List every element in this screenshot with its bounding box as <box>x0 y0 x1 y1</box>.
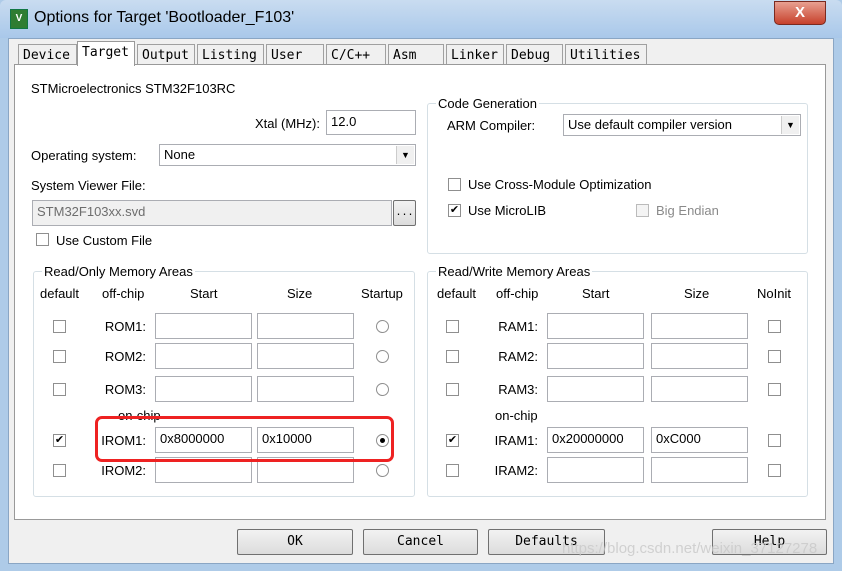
watermark: https://blog.csdn.net/weixin_37127278 <box>562 540 818 557</box>
ro_memory-startup-radio[interactable] <box>376 464 389 477</box>
ro_memory-header-offchip: off-chip <box>102 286 145 301</box>
rw_memory-default-checkbox[interactable] <box>446 383 459 396</box>
ro_memory-size-input[interactable] <box>257 376 354 402</box>
ro_memory-default-checkbox[interactable]: ✔ <box>53 434 66 447</box>
microlib-label: Use MicroLIB <box>468 203 547 218</box>
rw_memory-default-checkbox[interactable]: ✔ <box>446 434 459 447</box>
tab-listing[interactable]: Listing <box>197 44 264 65</box>
ro_memory-default-checkbox[interactable] <box>53 320 66 333</box>
ro_memory-startup-radio[interactable] <box>376 383 389 396</box>
ok-button[interactable]: OK <box>237 529 353 555</box>
irom1-highlight-box <box>95 416 394 462</box>
ro-memory-title: Read/Only Memory Areas <box>42 264 195 279</box>
ro_memory-size-input[interactable] <box>257 343 354 369</box>
cross-module-checkbox[interactable] <box>448 178 461 191</box>
rw_memory-size-input[interactable] <box>651 457 748 483</box>
browse-button[interactable]: ... <box>393 200 416 226</box>
custom-file-checkbox[interactable] <box>36 233 49 246</box>
rw_memory-onchip-label: on-chip <box>495 408 538 423</box>
rw_memory-header-last: NoInit <box>757 286 791 301</box>
rw_memory-default-checkbox[interactable] <box>446 350 459 363</box>
tab-cc[interactable]: C/C++ <box>326 44 386 65</box>
close-button[interactable]: X <box>774 1 826 25</box>
rw_memory-size-input[interactable] <box>651 376 748 402</box>
ro_memory-startup-radio[interactable] <box>376 320 389 333</box>
rw_memory-size-input[interactable] <box>651 343 748 369</box>
big-endian-label: Big Endian <box>656 203 719 218</box>
ro_memory-header-default: default <box>40 286 80 301</box>
ro_memory-default-checkbox[interactable] <box>53 464 66 477</box>
os-select[interactable]: None ▼ <box>159 144 416 166</box>
tab-device[interactable]: Device <box>18 44 77 65</box>
big-endian-checkbox[interactable] <box>636 204 649 217</box>
ro_memory-row-label: ROM2: <box>104 349 146 364</box>
ro_memory-row-label: ROM3: <box>104 382 146 397</box>
rw_memory-start-input[interactable] <box>547 376 644 402</box>
code-generation-title: Code Generation <box>436 96 540 111</box>
rw_memory-row-label: IRAM2: <box>494 463 538 478</box>
device-name: STMicroelectronics STM32F103RC <box>31 81 236 96</box>
rw_memory-row-label: RAM2: <box>498 349 538 364</box>
rw_memory-start-input[interactable] <box>547 313 644 339</box>
ro_memory-header-start: Start <box>190 286 218 301</box>
ro_memory-row-label: IROM2: <box>101 463 146 478</box>
rw-memory-title: Read/Write Memory Areas <box>436 264 593 279</box>
cancel-button[interactable]: Cancel <box>363 529 478 555</box>
ro_memory-header-last: Startup <box>361 286 403 301</box>
ro_memory-header-size: Size <box>287 286 313 301</box>
tab-linker[interactable]: Linker <box>446 44 504 65</box>
rw_memory-default-checkbox[interactable] <box>446 320 459 333</box>
cross-module-label: Use Cross-Module Optimization <box>468 177 652 192</box>
tab-output[interactable]: Output <box>137 44 195 65</box>
rw_memory-noinit-checkbox[interactable] <box>768 383 781 396</box>
xtal-input[interactable]: 12.0 <box>326 110 416 135</box>
rw_memory-start-input[interactable] <box>547 343 644 369</box>
rw_memory-row-label: IRAM1: <box>494 433 538 448</box>
svf-label: System Viewer File: <box>31 178 146 193</box>
tab-target[interactable]: Target <box>77 41 135 66</box>
rw_memory-noinit-checkbox[interactable] <box>768 434 781 447</box>
chevron-down-icon: ▼ <box>781 116 799 134</box>
custom-file-label: Use Custom File <box>56 233 153 248</box>
rw_memory-noinit-checkbox[interactable] <box>768 350 781 363</box>
ro_memory-start-input[interactable] <box>155 343 252 369</box>
tab-user[interactable]: User <box>266 44 324 65</box>
svf-input[interactable]: STM32F103xx.svd <box>32 200 392 226</box>
rw_memory-row-label: RAM3: <box>498 382 538 397</box>
rw_memory-header-offchip: off-chip <box>496 286 539 301</box>
tab-debug[interactable]: Debug <box>506 44 563 65</box>
ro_memory-row-label: ROM1: <box>104 319 146 334</box>
keil-app-icon: V <box>10 9 28 29</box>
rw_memory-header-start: Start <box>582 286 610 301</box>
rw_memory-size-input[interactable] <box>651 313 748 339</box>
microlib-checkbox[interactable]: ✔ <box>448 204 461 217</box>
rw_memory-start-input[interactable] <box>547 457 644 483</box>
rw_memory-header-size: Size <box>684 286 710 301</box>
rw_memory-size-input[interactable]: 0xC000 <box>651 427 748 453</box>
ro_memory-startup-radio[interactable] <box>376 350 389 363</box>
tab-asm[interactable]: Asm <box>388 44 444 65</box>
compiler-label: ARM Compiler: <box>447 118 536 133</box>
ro_memory-size-input[interactable] <box>257 313 354 339</box>
rw_memory-default-checkbox[interactable] <box>446 464 459 477</box>
rw_memory-row-label: RAM1: <box>498 319 538 334</box>
rw_memory-header-default: default <box>437 286 477 301</box>
ro_memory-start-input[interactable] <box>155 313 252 339</box>
chevron-down-icon: ▼ <box>396 146 414 164</box>
ro_memory-start-input[interactable] <box>155 376 252 402</box>
xtal-label: Xtal (MHz): <box>255 116 320 131</box>
rw_memory-noinit-checkbox[interactable] <box>768 464 781 477</box>
tab-utilities[interactable]: Utilities <box>565 44 647 65</box>
os-value: None <box>164 147 196 162</box>
rw_memory-noinit-checkbox[interactable] <box>768 320 781 333</box>
compiler-select[interactable]: Use default compiler version ▼ <box>563 114 801 136</box>
os-label: Operating system: <box>31 148 137 163</box>
ro_memory-default-checkbox[interactable] <box>53 350 66 363</box>
window-title: Options for Target 'Bootloader_F103' <box>34 9 295 26</box>
compiler-value: Use default compiler version <box>568 117 733 132</box>
rw_memory-start-input[interactable]: 0x20000000 <box>547 427 644 453</box>
ro_memory-default-checkbox[interactable] <box>53 383 66 396</box>
